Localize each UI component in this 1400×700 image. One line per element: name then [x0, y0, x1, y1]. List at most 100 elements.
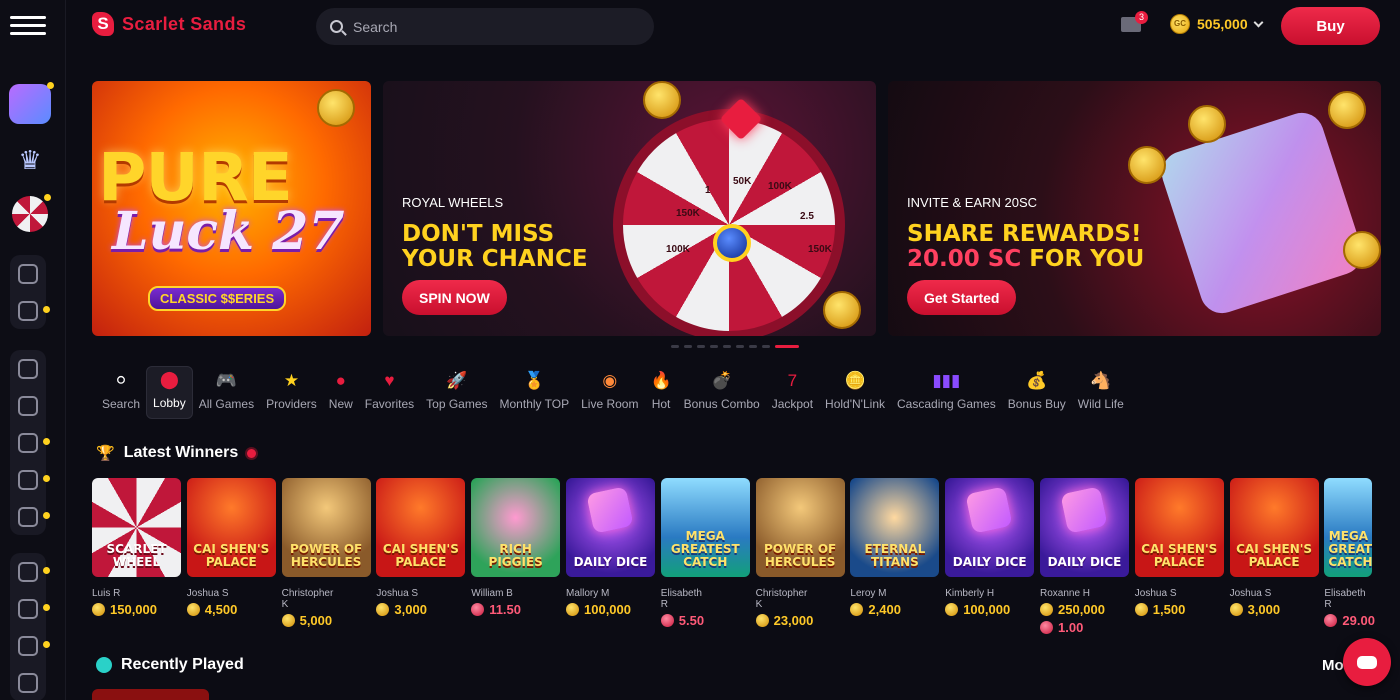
- winner-game-tile[interactable]: CAI SHEN'S PALACE: [376, 478, 466, 577]
- winner-game-tile[interactable]: DAILY DICE: [945, 478, 1035, 577]
- category-label: Cascading Games: [897, 397, 996, 411]
- winner-name: Mallory M: [566, 588, 610, 599]
- category-new[interactable]: ● New: [323, 366, 359, 419]
- category-label: Favorites: [364, 397, 415, 411]
- chest-icon[interactable]: [10, 292, 50, 329]
- balance-dropdown[interactable]: GC 505,000: [1170, 14, 1264, 34]
- calendar-icon[interactable]: [10, 255, 46, 292]
- category-hold-n-link[interactable]: 🪙 Hold'N'Link: [819, 366, 891, 419]
- carousel-dot[interactable]: [684, 345, 692, 348]
- banner-pure-luck[interactable]: PURE Luck 27 CLASSIC $$ERIES: [92, 81, 371, 336]
- store-icon[interactable]: [10, 461, 50, 498]
- winner-game-tile[interactable]: POWER OF HERCULES: [281, 478, 371, 577]
- crown-icon[interactable]: ♛: [9, 140, 51, 180]
- menu-icon[interactable]: [10, 16, 48, 36]
- horse-icon: 🐴: [1090, 371, 1112, 390]
- category-providers[interactable]: ★ Providers: [260, 366, 323, 419]
- logo[interactable]: S Scarlet Sands: [92, 12, 246, 36]
- chips-icon: ◉: [602, 371, 618, 390]
- gold-coin-icon: [376, 603, 390, 616]
- category-lobby[interactable]: ⬤ Lobby: [146, 366, 193, 419]
- buy-button[interactable]: Buy: [1281, 7, 1380, 45]
- winner-game-tile[interactable]: ETERNAL TITANS: [850, 478, 940, 577]
- category-bonus-combo[interactable]: 💣 Bonus Combo: [678, 366, 766, 419]
- carousel-dot[interactable]: [775, 345, 799, 348]
- category-live-room[interactable]: ◉ Live Room: [575, 366, 644, 419]
- winner-info: William B 11.50: [471, 588, 521, 617]
- category-hot[interactable]: 🔥 Hot: [644, 366, 677, 419]
- gold-coin-icon: [186, 603, 200, 616]
- winner-game-tile[interactable]: DAILY DICE: [566, 478, 655, 577]
- category-label: Monthly TOP: [499, 397, 570, 411]
- carousel-dot[interactable]: [710, 345, 718, 348]
- category-top-games[interactable]: 🚀 Top Games: [420, 366, 493, 419]
- category-monthly-top[interactable]: 🏅 Monthly TOP: [494, 366, 576, 419]
- win-amount: 100,000: [566, 602, 631, 617]
- trophy-icon[interactable]: [10, 387, 46, 424]
- winner-info: Joshua S 1,500: [1134, 588, 1185, 617]
- favorites-icon[interactable]: [10, 627, 50, 664]
- recently-played-title: Recently Played: [121, 656, 244, 673]
- mail-icon[interactable]: 3: [1121, 11, 1148, 32]
- wheel-icon[interactable]: [12, 194, 51, 232]
- category-label: Lobby: [153, 396, 186, 410]
- recent-game-thumbnail[interactable]: [92, 689, 209, 700]
- carousel-dot[interactable]: [749, 345, 757, 348]
- winner-name: Kimberly H: [945, 588, 995, 599]
- trophy-icon: 🏆: [96, 445, 115, 462]
- win-amount: 100,000: [945, 602, 1010, 617]
- carousel-dot[interactable]: [697, 345, 705, 348]
- carousel-dot[interactable]: [723, 345, 731, 348]
- winner-game-tile[interactable]: SCARLET WHEEL: [92, 478, 181, 577]
- game-title: ETERNAL TITANS: [864, 542, 926, 569]
- referral-icon[interactable]: [10, 498, 50, 535]
- winner-game-tile[interactable]: POWER OF HERCULES: [755, 478, 845, 577]
- winner-info: Mallory M 100,000: [566, 588, 631, 617]
- category-label: Bonus Buy: [1007, 397, 1066, 411]
- spin-now-button[interactable]: SPIN NOW: [402, 280, 507, 315]
- category-all-games[interactable]: 🎮 All Games: [193, 366, 260, 419]
- banner-invite[interactable]: INVITE & EARN 20SC SHARE REWARDS! 20.00 …: [888, 81, 1381, 336]
- winner-name: Christopher K: [281, 588, 334, 610]
- winner-info: Leroy M 2,400: [850, 588, 901, 617]
- ticket-icon[interactable]: [10, 424, 50, 461]
- chat-icon[interactable]: [10, 553, 50, 590]
- winner-game-tile[interactable]: MEGA GREATEST CATCH: [660, 478, 750, 577]
- messenger-icon[interactable]: [10, 590, 50, 627]
- category-favorites[interactable]: ♥ Favorites: [359, 366, 420, 419]
- winner-game-tile[interactable]: MEGA GREATEST CATCH: [1324, 478, 1373, 577]
- winner-game-tile[interactable]: CAI SHEN'S PALACE: [186, 478, 276, 577]
- chat-support-button[interactable]: [1343, 638, 1391, 686]
- sweeps-coin-icon: [471, 603, 485, 616]
- flame-icon: 🔥: [650, 371, 672, 390]
- banner-royal-wheels[interactable]: 50K 100K 150K 2.5 1 100K 150K ROYAL WHEE…: [383, 81, 876, 336]
- clock-icon: [96, 657, 112, 673]
- win-amount: 2,400: [850, 602, 901, 617]
- winner-game-tile[interactable]: CAI SHEN'S PALACE: [1134, 478, 1224, 577]
- game-title: POWER OF HERCULES: [763, 542, 837, 569]
- balance-value: 505,000: [1197, 16, 1248, 32]
- more-link[interactable]: Mo: [1322, 657, 1344, 674]
- winner-name: Luis R: [92, 588, 121, 599]
- winner-game-tile[interactable]: DAILY DICE: [1040, 478, 1129, 577]
- winner-name: William B: [471, 588, 513, 599]
- dice-promo-icon[interactable]: [9, 82, 54, 124]
- gift-icon[interactable]: [10, 350, 46, 387]
- get-started-button[interactable]: Get Started: [907, 280, 1017, 315]
- category-bonus-buy[interactable]: 💰 Bonus Buy: [1002, 366, 1072, 419]
- support-icon[interactable]: [10, 664, 46, 700]
- winner-game-tile[interactable]: CAI SHEN'S PALACE: [1229, 478, 1319, 577]
- category-search[interactable]: ⚪ Search: [96, 366, 146, 419]
- search-bar[interactable]: [316, 8, 654, 45]
- category-label: All Games: [198, 397, 255, 411]
- carousel-dot[interactable]: [671, 345, 679, 348]
- winner-game-tile[interactable]: RICH PIGGIES: [471, 478, 561, 577]
- carousel-dot[interactable]: [762, 345, 770, 348]
- wheel-label: 1: [705, 185, 711, 196]
- category-cascading-games[interactable]: ▮▮▮ Cascading Games: [891, 366, 1002, 419]
- category-wild-life[interactable]: 🐴 Wild Life: [1072, 366, 1130, 419]
- carousel-dot[interactable]: [736, 345, 744, 348]
- category-jackpot[interactable]: 7 Jackpot: [766, 366, 819, 419]
- search-input[interactable]: [353, 18, 613, 35]
- coin-decoration: [317, 89, 355, 127]
